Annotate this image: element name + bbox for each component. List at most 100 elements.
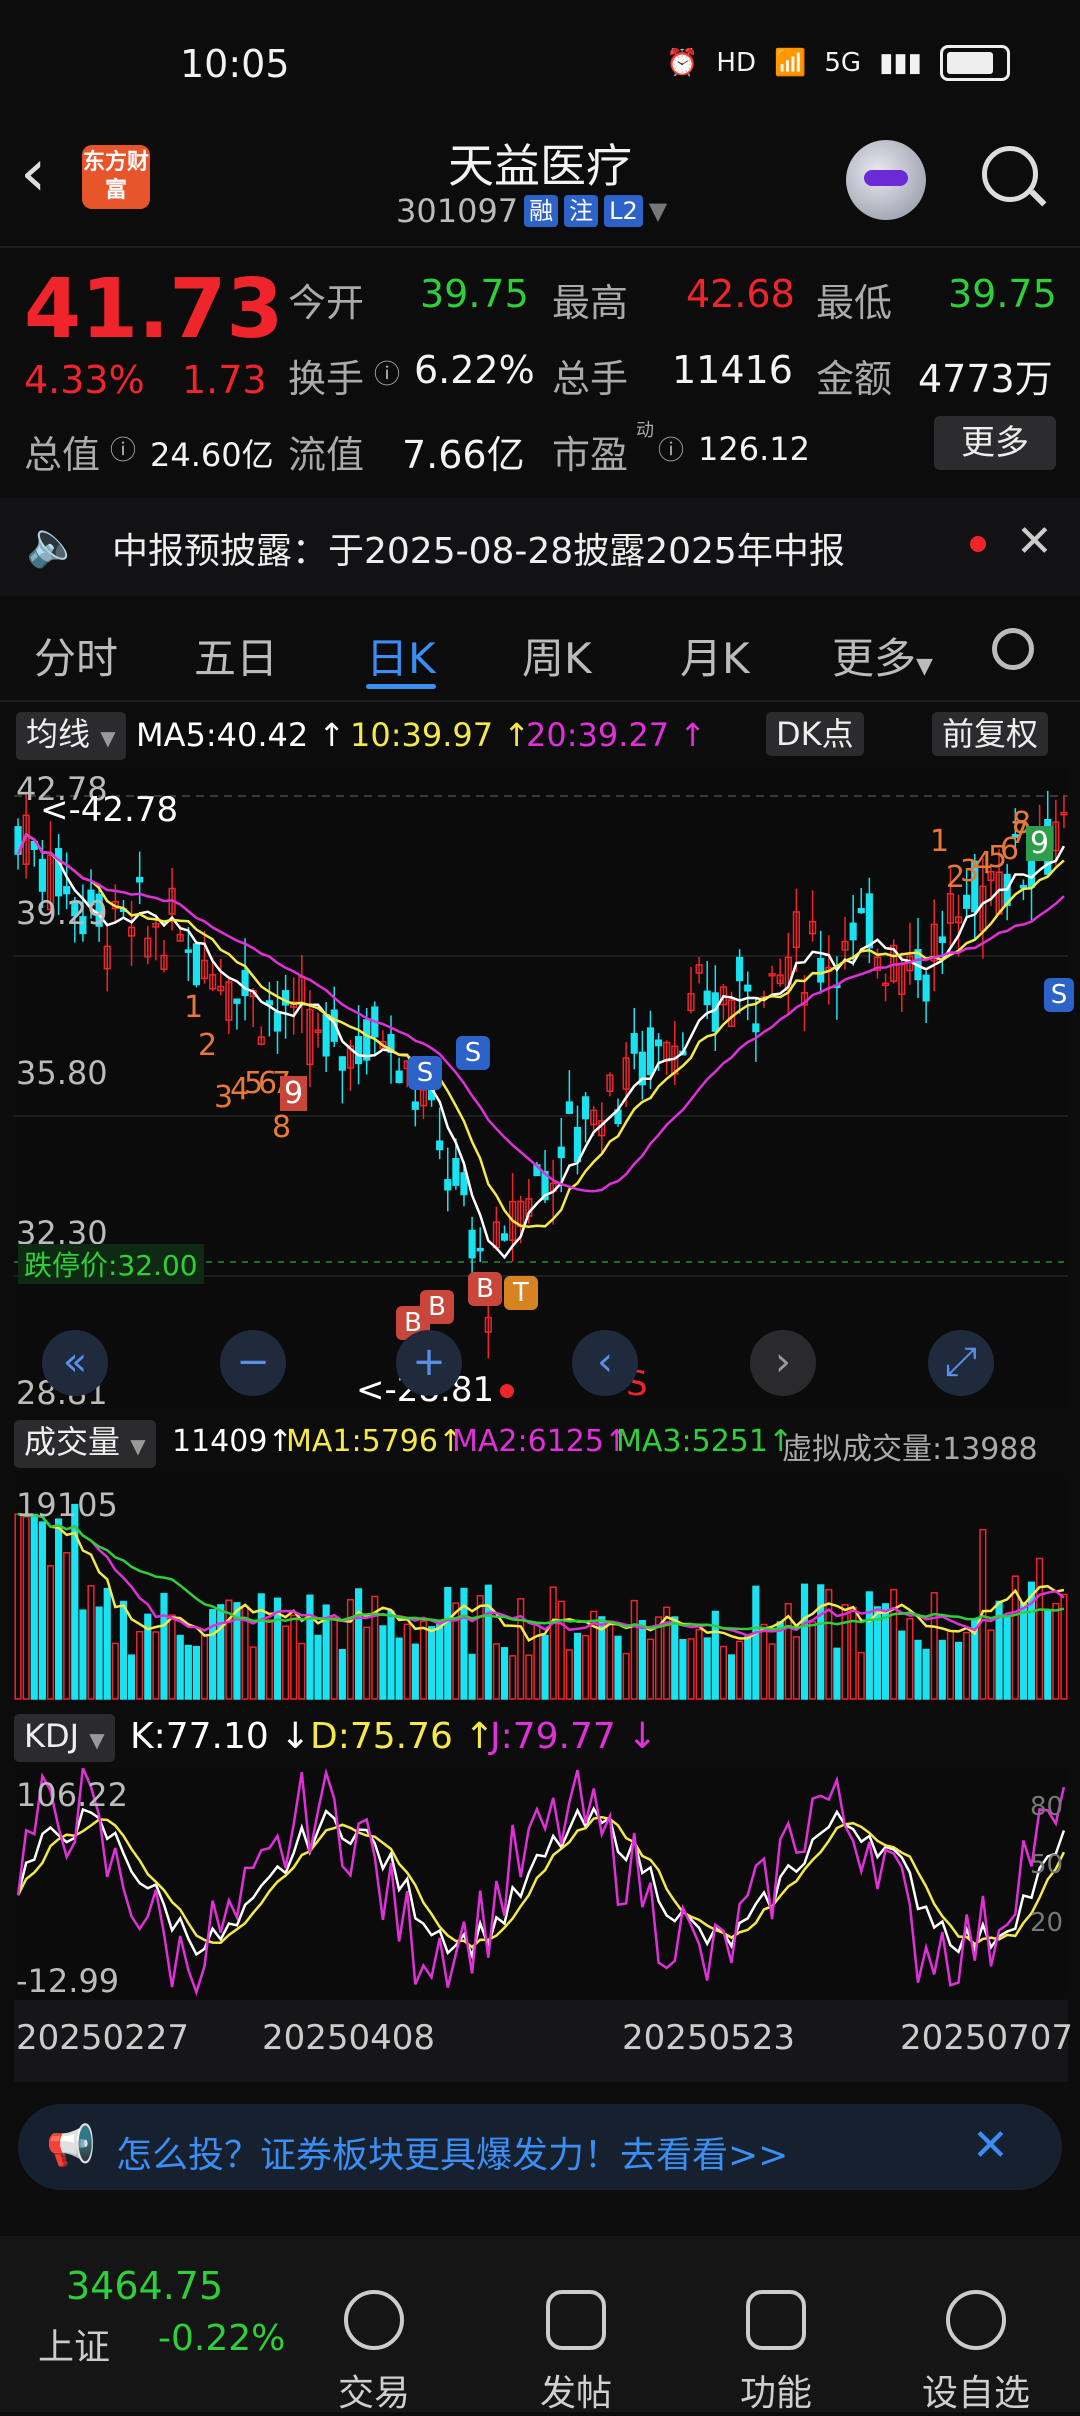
ma-indicator-select[interactable]: 均线 ▼ [16, 712, 126, 760]
kdj-k-text: K:77.10 [130, 1716, 269, 1757]
candle-body [184, 949, 192, 953]
tab-intraday[interactable]: 分时 [34, 625, 118, 686]
turnover-label: 换手 [288, 357, 365, 401]
close-icon[interactable]: ✕ [1016, 516, 1053, 567]
candle-body [711, 992, 719, 1032]
volume-bar [744, 1636, 752, 1700]
scroll-left-fast-button[interactable]: « [42, 1330, 108, 1396]
unread-dot [970, 536, 986, 552]
tab-more[interactable]: 更多▼ [832, 625, 933, 686]
volume-bar [411, 1643, 419, 1700]
promo-banner[interactable]: 📢 怎么投？证券板块更具爆发力！去看看>> ✕ [18, 2104, 1062, 2190]
volume-chart[interactable] [14, 1474, 1068, 1704]
high-value: 42.68 [686, 272, 795, 316]
volume-indicator-select[interactable]: 成交量 ▼ [14, 1420, 156, 1468]
volume-bar [695, 1628, 703, 1700]
open-label: 今开 [288, 281, 365, 325]
candle-body [922, 974, 930, 1002]
info-icon[interactable]: ⓘ [658, 430, 684, 467]
zoom-out-button[interactable]: − [220, 1330, 286, 1396]
candle-body [865, 893, 873, 949]
tab-monthly-k[interactable]: 月K [680, 625, 750, 686]
close-icon[interactable]: ✕ [972, 2120, 1009, 2171]
nav-post[interactable]: 发帖 [516, 2290, 636, 2416]
active-tab-indicator [366, 684, 436, 689]
info-icon[interactable]: ⓘ [110, 430, 136, 467]
kdj-d-text: D:75.76 [310, 1716, 453, 1757]
kdj-max-label: 106.22 [16, 1776, 128, 1814]
volume-bar [436, 1621, 444, 1700]
nav-add-watchlist[interactable]: 设自选 [916, 2290, 1036, 2416]
tab-weekly-k[interactable]: 周K [522, 625, 592, 686]
volume-bar [492, 1643, 500, 1700]
assistant-robot-icon[interactable] [846, 140, 926, 220]
buy-signal-badge[interactable]: B [420, 1290, 454, 1324]
volume-bar [727, 1654, 736, 1700]
candle-body [233, 998, 241, 1004]
fullscreen-button[interactable]: ⤢ [928, 1330, 994, 1396]
candle-body [849, 922, 857, 941]
volume-bar [906, 1617, 914, 1700]
high-label: 最高 [552, 281, 629, 325]
volume-bar [752, 1585, 760, 1700]
candle-body [192, 943, 201, 986]
buy-signal-badge[interactable]: B [468, 1272, 502, 1306]
volume-bar [87, 1585, 95, 1700]
limit-down-label: 跌停价:32.00 [18, 1244, 204, 1284]
volume-bar [484, 1584, 492, 1700]
scroll-left-button[interactable]: ‹ [572, 1330, 638, 1396]
candle-body [452, 1157, 460, 1186]
volume-bar [427, 1626, 436, 1700]
volume-bar [176, 1634, 184, 1700]
volume-bar [760, 1623, 768, 1700]
dk-point-button[interactable]: DK点 [766, 712, 864, 756]
virtual-volume: 虚拟成交量:13988 [782, 1432, 1038, 1467]
candle-body [354, 1036, 363, 1065]
nav-functions[interactable]: 功能 [716, 2290, 836, 2416]
volume-bar [946, 1630, 955, 1700]
stock-code-row[interactable]: 301097 融 注 L2 ▼ [396, 192, 667, 230]
tab-five-day[interactable]: 五日 [194, 625, 278, 686]
zoom-in-button[interactable]: + [396, 1330, 462, 1396]
index-value[interactable]: 3464.75 [66, 2264, 223, 2308]
low-value: 39.75 [948, 272, 1057, 316]
adjust-mode-button[interactable]: 前复权 [932, 712, 1049, 756]
volume-bar [476, 1595, 484, 1700]
volume-ma2: MA2:6125↑ [452, 1424, 630, 1459]
volume-bar [930, 1592, 938, 1700]
low-label: 最低 [816, 281, 893, 325]
5g-signal-icon: 5G [824, 48, 862, 78]
gear-icon[interactable] [992, 628, 1034, 670]
kdj-chart[interactable] [14, 1768, 1068, 1998]
nav-trade[interactable]: 交易 [314, 2290, 434, 2416]
open-value: 39.75 [420, 272, 529, 316]
tab-more-label: 更多 [832, 634, 917, 683]
volume-bar [719, 1645, 728, 1700]
pe-value: 126.12 [698, 430, 810, 468]
volume-bar [833, 1647, 841, 1700]
sell-signal-badge[interactable]: S [408, 1056, 442, 1090]
high-marker: <-42.78 [40, 790, 179, 830]
volume-bar [282, 1625, 290, 1700]
volume-bar [387, 1610, 395, 1700]
sell-signal-badge[interactable]: S [1044, 978, 1074, 1012]
candle-body [963, 894, 971, 909]
search-icon[interactable] [982, 146, 1038, 202]
pe-label: 市盈 [552, 433, 629, 477]
more-button[interactable]: 更多 [934, 416, 1056, 470]
volume-bar [671, 1616, 679, 1700]
scroll-right-button[interactable]: › [750, 1330, 816, 1396]
info-icon[interactable]: ⓘ [374, 354, 400, 391]
kdj-indicator-select[interactable]: KDJ ▼ [14, 1714, 115, 1762]
tab-daily-k[interactable]: 日K [366, 625, 436, 686]
volume-bar [938, 1639, 946, 1700]
t-signal-badge[interactable]: T [504, 1276, 538, 1310]
turnover-value: 6.22% [414, 348, 535, 392]
chevron-down-icon: ▼ [648, 197, 668, 225]
volume-bar [687, 1638, 695, 1700]
kline-chart[interactable] [14, 766, 1068, 1408]
sell-signal-badge[interactable]: S [456, 1036, 490, 1070]
ma10-text: 10:39.97 [350, 716, 494, 754]
volume-bar [127, 1654, 136, 1700]
divider [0, 246, 1080, 248]
